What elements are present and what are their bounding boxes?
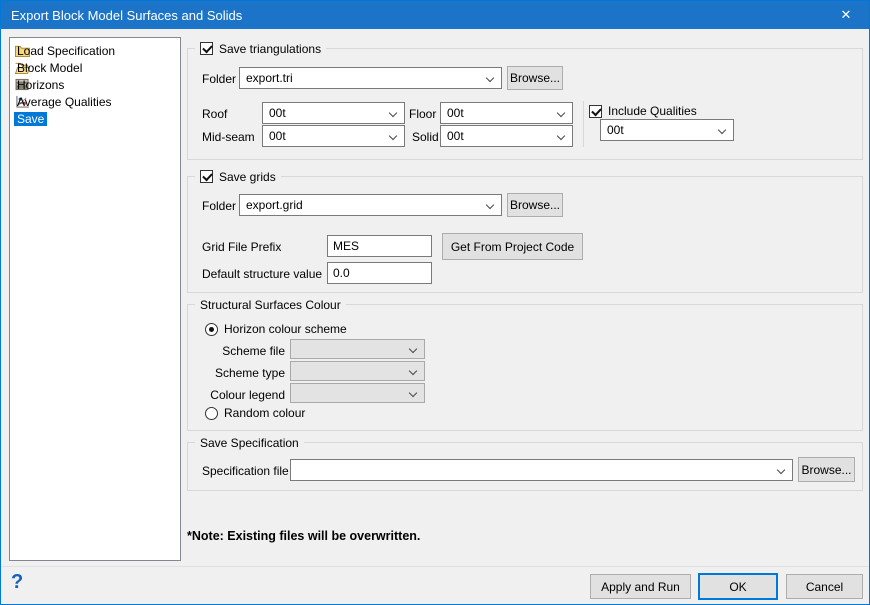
folder-label: Folder [202,72,236,86]
folder-label: Folder [202,199,236,213]
include-qualities-checkbox[interactable]: Include Qualities [589,104,697,118]
apply-and-run-button[interactable]: Apply and Run [590,574,691,599]
floor-label: Floor [409,107,436,121]
sidebar-item-average-qualities[interactable]: Average Qualities [10,93,180,110]
combobox-value: 00t [447,106,464,120]
save-specification-label: Save Specification [195,434,304,451]
colour-legend-label: Colour legend [204,388,285,402]
horizon-colour-scheme-radio[interactable]: Horizon colour scheme [205,322,347,336]
save-grids-checkbox[interactable]: Save grids [195,168,281,185]
sidebar-item-label: Horizons [14,78,67,92]
grids-browse-button[interactable]: Browse... [507,193,563,217]
combobox-value: export.grid [246,198,303,212]
solid-label: Solid [412,130,439,144]
sidebar-item-label: Load Specification [14,44,118,58]
scheme-file-combobox [290,339,425,359]
default-structure-value-input[interactable]: 0.0 [327,262,432,284]
chevron-down-icon [777,466,785,474]
save-grids-label: Save grids [219,170,276,184]
combobox-value: 00t [269,129,286,143]
cancel-button[interactable]: Cancel [786,574,863,599]
random-colour-label: Random colour [224,406,305,420]
save-triangulations-checkbox[interactable]: Save triangulations [195,40,326,57]
sidebar-item-load-specification[interactable]: Load Specification [10,42,180,59]
grid-file-prefix-input[interactable]: MES [327,235,432,257]
overwrite-note: *Note: Existing files will be overwritte… [187,529,420,543]
chevron-down-icon [557,109,565,117]
qualities-combobox[interactable]: 00t [600,119,734,141]
solid-combobox[interactable]: 00t [440,125,573,147]
random-colour-radio[interactable]: Random colour [205,406,305,420]
save-triangulations-label: Save triangulations [219,42,321,56]
close-icon: ✕ [841,7,852,23]
radio-icon [205,323,218,336]
sidebar-item-label: Save [14,112,47,126]
combobox-value: export.tri [246,71,293,85]
sidebar-item-block-model[interactable]: Block Model [10,59,180,76]
structural-surfaces-colour-label: Structural Surfaces Colour [195,296,346,313]
include-qualities-label: Include Qualities [608,104,697,118]
chevron-down-icon [557,132,565,140]
sidebar-item-label: Block Model [14,61,85,75]
footer-divider [1,566,869,567]
chevron-down-icon [389,132,397,140]
title-bar: Export Block Model Surfaces and Solids ✕ [1,1,869,29]
save-triangulations-group: Save triangulations Folder export.tri Br… [187,48,863,160]
specification-file-label: Specification file [202,464,289,478]
chevron-down-icon [486,74,494,82]
export-dialog: Export Block Model Surfaces and Solids ✕… [0,0,870,605]
grid-file-prefix-label: Grid File Prefix [202,240,281,254]
triangulations-folder-combobox[interactable]: export.tri [239,67,502,89]
sidebar-list: Load Specification Block Model Horizons … [9,37,181,561]
save-grids-group: Save grids Folder export.grid Browse... … [187,176,863,293]
colour-legend-combobox [290,383,425,403]
default-structure-value-label: Default structure value [202,267,322,281]
close-button[interactable]: ✕ [823,1,869,29]
combobox-value: 00t [447,129,464,143]
sidebar-item-label: Average Qualities [14,95,115,109]
specification-browse-button[interactable]: Browse... [798,457,855,482]
combobox-value: 00t [269,106,286,120]
scheme-type-combobox [290,361,425,381]
scheme-file-label: Scheme file [204,344,285,358]
chevron-down-icon [409,345,417,353]
mid-seam-combobox[interactable]: 00t [262,125,405,147]
radio-icon [205,407,218,420]
get-from-project-code-button[interactable]: Get From Project Code [442,233,583,260]
divider [583,101,584,147]
chevron-down-icon [409,389,417,397]
grids-folder-combobox[interactable]: export.grid [239,194,502,216]
checkbox-icon [200,170,213,183]
dialog-title: Export Block Model Surfaces and Solids [1,8,242,23]
chevron-down-icon [718,126,726,134]
roof-label: Roof [202,107,227,121]
help-button[interactable]: ? [11,571,23,594]
sidebar-item-save[interactable]: Save [10,110,180,127]
checkbox-icon [200,42,213,55]
structural-surfaces-colour-group: Structural Surfaces Colour Horizon colou… [187,304,863,431]
roof-combobox[interactable]: 00t [262,102,405,124]
mid-seam-label: Mid-seam [202,130,255,144]
ok-button[interactable]: OK [698,573,778,600]
checkbox-icon [589,105,602,118]
sidebar-item-horizons[interactable]: Horizons [10,76,180,93]
chevron-down-icon [486,201,494,209]
horizon-colour-scheme-label: Horizon colour scheme [224,322,347,336]
floor-combobox[interactable]: 00t [440,102,573,124]
triangulations-browse-button[interactable]: Browse... [507,66,563,90]
specification-file-combobox[interactable] [290,459,793,481]
chevron-down-icon [389,109,397,117]
combobox-value: 00t [607,123,624,137]
save-specification-group: Save Specification Specification file Br… [187,442,863,491]
scheme-type-label: Scheme type [204,366,285,380]
chevron-down-icon [409,367,417,375]
